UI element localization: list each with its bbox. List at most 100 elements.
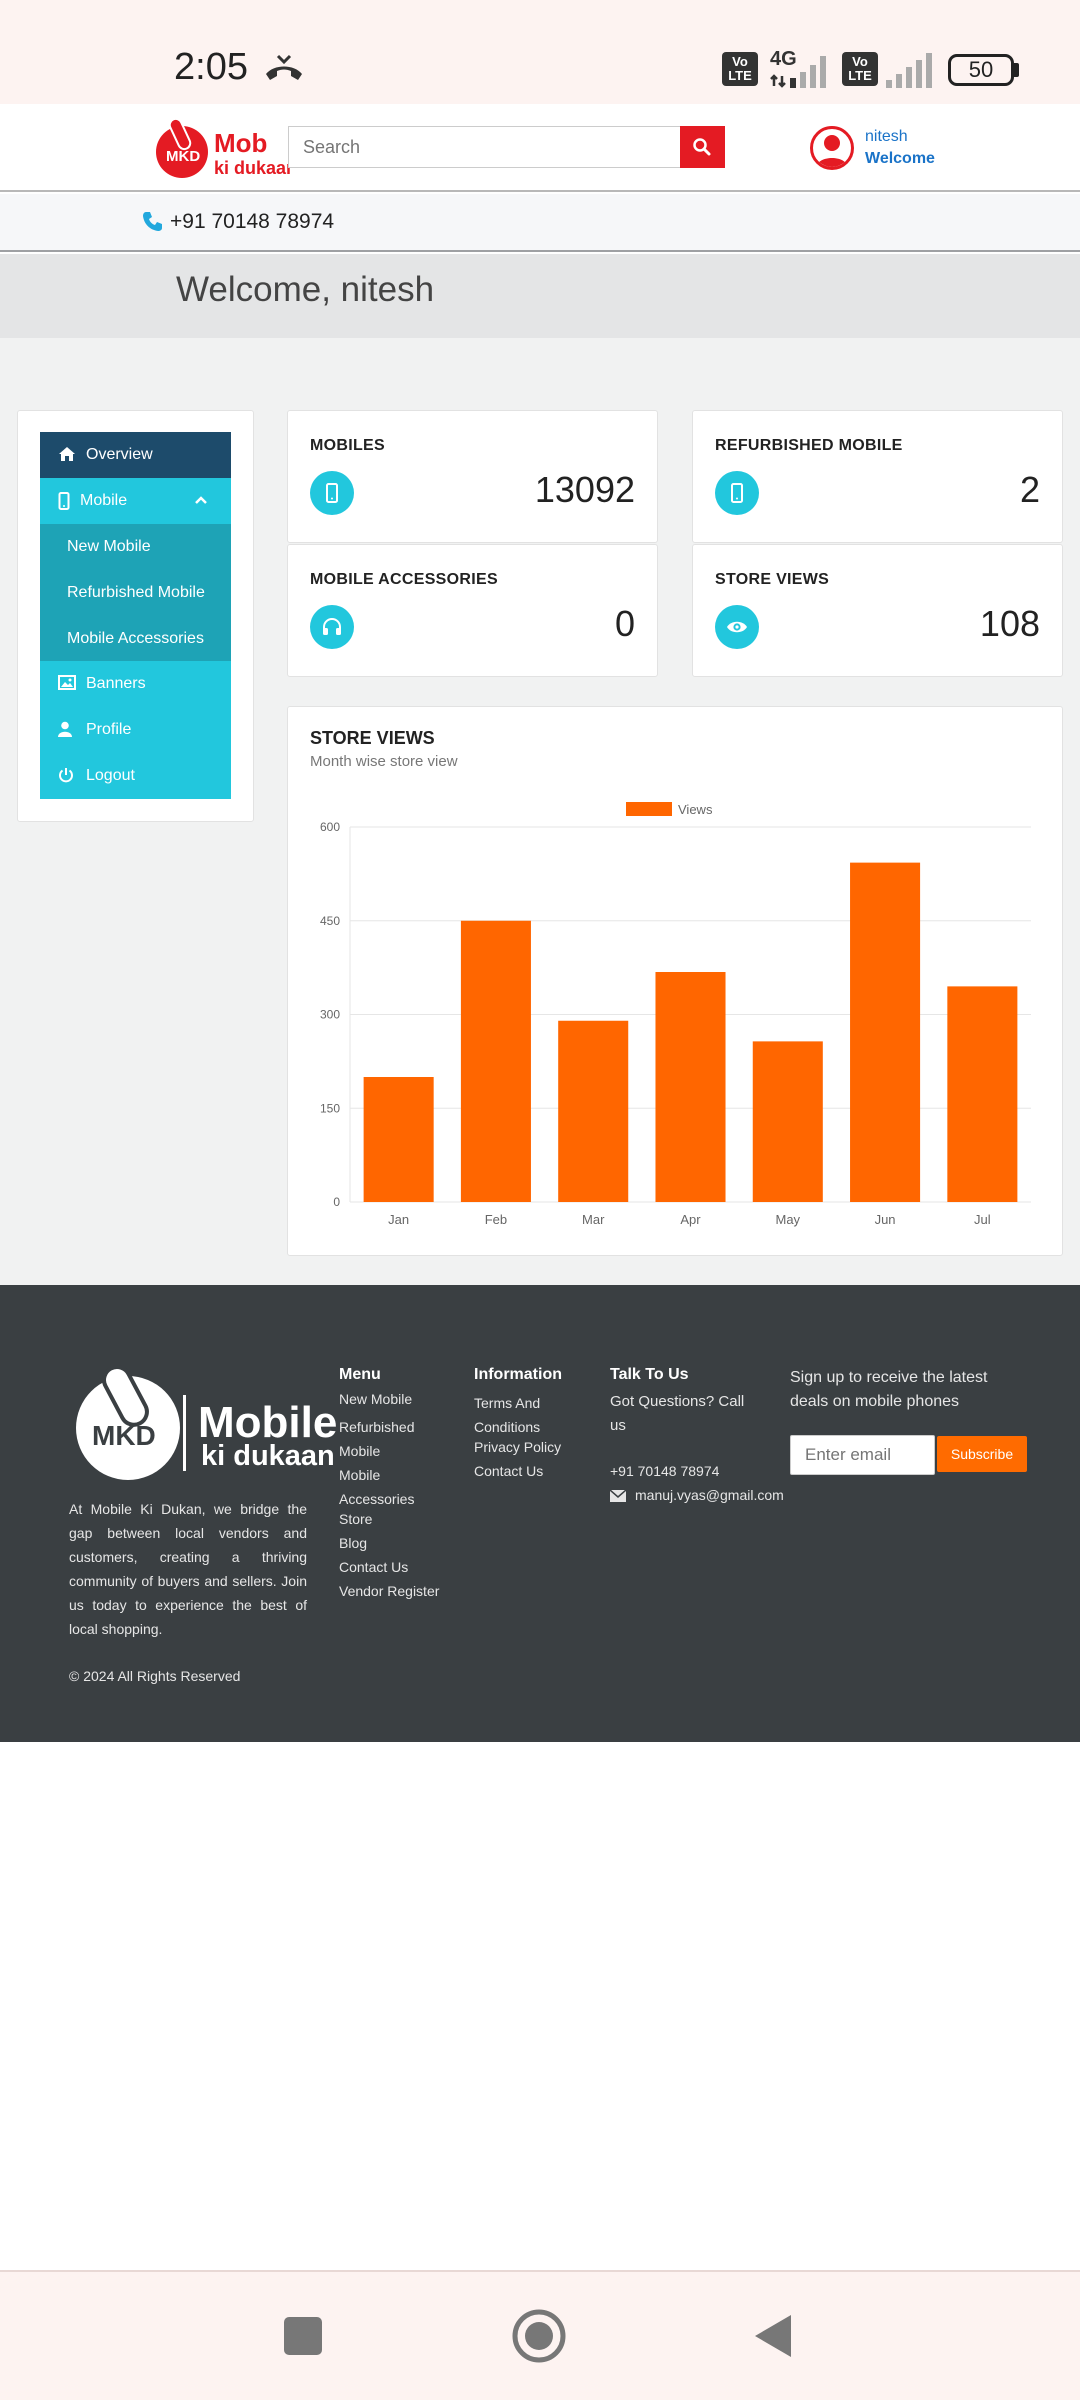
sidebar-item-label: Overview [86,446,153,463]
x-tick-label: Jan [388,1212,409,1227]
home-icon [59,447,75,461]
stat-icon-circle [715,471,759,515]
x-tick-label: Mar [582,1212,605,1227]
recents-button[interactable] [283,2316,323,2356]
svg-text:ki dukaan: ki dukaan [201,1440,335,1472]
stat-value: 2 [1019,469,1040,510]
footer-talk-title: Talk To Us [610,1366,689,1383]
site-logo[interactable]: MKD Mob ki dukaan [152,114,292,184]
footer-link-refurbished-mobile[interactable]: Refurbished Mobile [339,1415,419,1463]
footer-talk-email[interactable]: manuj.vyas@gmail.com [635,1487,784,1503]
stat-title: STORE VIEWS [715,571,830,588]
y-tick-label: 300 [320,1008,340,1022]
volte-badge-2: Vo LTE [842,52,878,86]
search-button[interactable] [680,126,725,168]
footer-link-blog[interactable]: Blog [339,1535,367,1551]
sidebar-subitem-mobile-accessories[interactable]: Mobile Accessories [40,616,231,662]
back-button[interactable] [753,2313,793,2359]
x-tick-label: Jul [974,1212,991,1227]
welcome-heading: Welcome, nitesh [176,270,435,309]
status-bar: 2:05 Vo LTE 4G Vo LTE 50 [0,0,1080,104]
x-tick-label: Jun [875,1212,896,1227]
user-name[interactable]: nitesh [865,128,908,146]
battery-tip [1014,63,1019,77]
image-icon [58,675,76,690]
footer-talk-phone[interactable]: +91 70148 78974 [610,1463,719,1479]
stat-value: 0 [614,603,635,644]
y-tick-label: 150 [320,1101,340,1115]
footer-information-title: Information [474,1366,562,1383]
sidebar-item-label: Banners [86,675,146,692]
sidebar-item-banners[interactable]: Banners [40,661,231,707]
status-time: 2:05 [174,46,248,88]
y-tick-label: 600 [320,820,340,834]
footer-link-contact-us[interactable]: Contact Us [339,1559,408,1575]
phone-icon [143,212,162,231]
user-icon [58,721,72,737]
stat-title: MOBILE ACCESSORIES [310,571,498,588]
stat-card-refurbished-mobile[interactable]: REFURBISHED MOBILE 2 [692,410,1063,543]
chart-bar [655,972,726,1202]
sidebar-subitem-new-mobile[interactable]: New Mobile [40,524,231,570]
y-tick-label: 450 [320,914,340,928]
footer-newsletter-text: Sign up to receive the latest deals on m… [790,1369,988,1410]
stat-card-store-views[interactable]: STORE VIEWS 108 [692,544,1063,677]
sidebar-subitem-refurbished-mobile[interactable]: Refurbished Mobile [40,570,231,616]
user-welcome[interactable]: Welcome [865,150,935,168]
y-tick-label: 0 [333,1195,340,1209]
user-icon [817,135,847,167]
footer-link-mobile-accessories[interactable]: Mobile Accessories [339,1463,419,1511]
svg-text:ki dukaan: ki dukaan [214,158,292,178]
sidebar-item-label: Logout [86,767,135,784]
battery-indicator: 50 [948,54,1014,86]
chart-bar [460,920,531,1202]
footer-link-terms[interactable]: Terms And Conditions [474,1391,564,1439]
footer-menu-title: Menu [339,1366,381,1383]
site-footer: MKD Mobile ki dukaan At Mobile Ki Dukan,… [0,1285,1080,1742]
subscribe-button[interactable]: Subscribe [937,1436,1027,1472]
sidebar-item-overview[interactable]: Overview [40,432,231,478]
stat-card-mobile-accessories[interactable]: MOBILE ACCESSORIES 0 [287,544,658,677]
svg-text:MKD: MKD [92,1420,156,1451]
svg-text:MKD: MKD [166,148,200,165]
footer-about-text: At Mobile Ki Dukan, we bridge the gap be… [69,1501,307,1637]
stat-value: 13092 [534,469,635,510]
mobile-icon [731,483,743,503]
footer-link-new-mobile[interactable]: New Mobile [339,1391,412,1407]
missed-call-icon [266,54,302,80]
footer-copyright: © 2024 All Rights Reserved [69,1668,241,1684]
store-views-chart-card: STORE VIEWS Month wise store view 0 150 30… [287,706,1063,1256]
search-input[interactable] [288,126,680,168]
welcome-banner: Welcome, nitesh [0,254,1080,338]
legend-swatch [626,802,672,816]
svg-text:Mob: Mob [214,128,267,158]
stat-card-mobiles[interactable]: MOBILES 13092 [287,410,658,543]
contact-phone[interactable]: +91 70148 78974 [170,210,334,234]
x-tick-label: Apr [680,1212,701,1227]
envelope-icon [610,1490,626,1502]
chart-bar [752,1041,823,1202]
user-avatar[interactable] [810,126,854,170]
home-button[interactable] [511,2308,567,2364]
chevron-up-icon [195,496,207,504]
x-tick-label: May [776,1212,801,1227]
power-icon [59,768,73,783]
stat-icon-circle [310,471,354,515]
footer-link-privacy[interactable]: Privacy Policy [474,1439,561,1455]
footer-logo[interactable]: MKD Mobile ki dukaan [70,1365,360,1485]
sidebar-item-profile[interactable]: Profile [40,707,231,753]
footer-link-vendor-register[interactable]: Vendor Register [339,1583,439,1599]
footer-link-contact[interactable]: Contact Us [474,1463,543,1479]
stat-title: REFURBISHED MOBILE [715,437,903,454]
footer-link-store[interactable]: Store [339,1511,372,1527]
chart-bar [558,1020,629,1202]
stat-value: 108 [979,603,1040,644]
newsletter-email-input[interactable] [790,1435,935,1475]
sidebar-item-mobile[interactable]: Mobile [40,478,231,524]
sidebar-item-logout[interactable]: Logout [40,753,231,799]
chart-bar [850,862,921,1202]
search-icon [693,138,711,156]
contact-strip: +91 70148 78974 [0,194,1080,252]
legend-label: Views [678,802,713,817]
signal-icon [770,56,826,88]
